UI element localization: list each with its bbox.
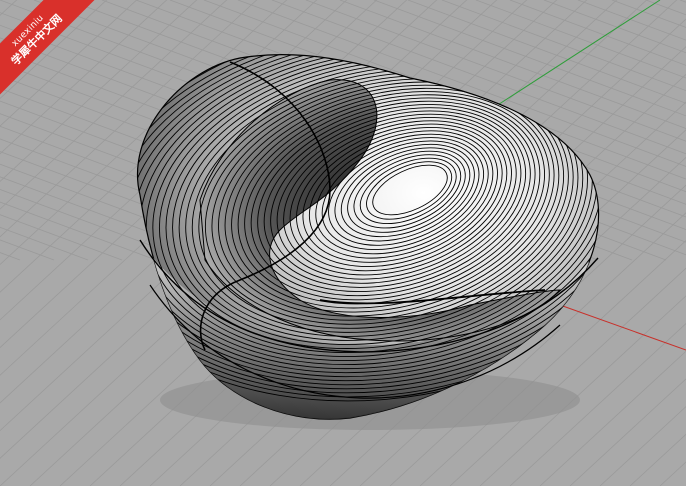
viewport-canvas[interactable]	[0, 0, 686, 486]
grid-line	[645, 0, 686, 16]
grid-line	[0, 214, 123, 261]
grid-line	[0, 0, 160, 486]
perspective-viewport[interactable]: xuexiniu 学犀牛中文网	[0, 0, 686, 486]
grid-line	[0, 239, 55, 261]
grid-line	[0, 0, 100, 486]
x-axis-line	[559, 304, 686, 351]
